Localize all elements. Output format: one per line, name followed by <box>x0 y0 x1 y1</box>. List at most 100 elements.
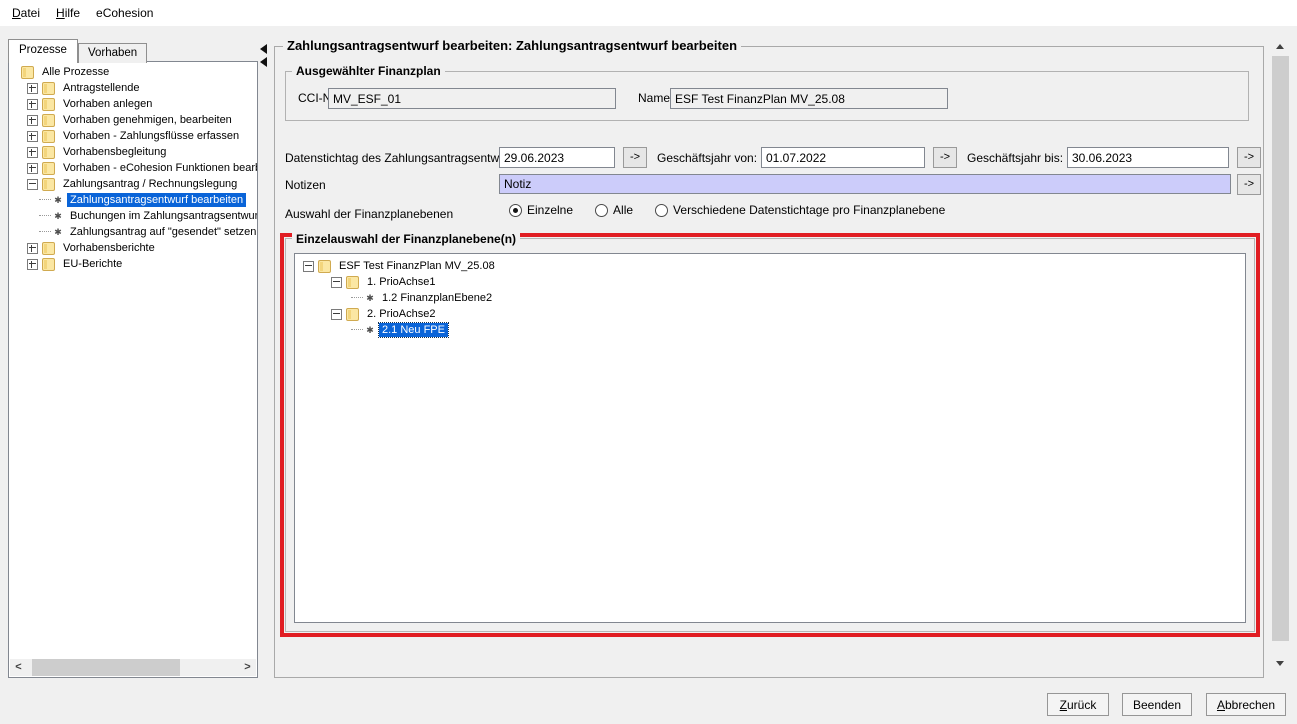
tree-item-vorhaben-genehmigen-bearbeiten[interactable]: Vorhaben genehmigen, bearbeiten <box>9 112 257 128</box>
tree-item-1-2-finanzplanebene2[interactable]: ✱1.2 FinanzplanEbene2 <box>295 290 1245 306</box>
geschaeftsjahr-bis-field[interactable] <box>1067 147 1229 168</box>
leaf-bullet-icon: ✱ <box>365 322 375 338</box>
process-tree-panel: Alle ProzesseAntragstellende Vorhaben anl… <box>8 61 258 678</box>
expand-plus-icon[interactable] <box>27 131 38 142</box>
panel-splitter[interactable] <box>260 44 270 74</box>
collapse-minus-icon[interactable] <box>331 309 342 320</box>
notizen-open-button[interactable]: -> <box>1237 174 1261 195</box>
geschaeftsjahr-von-picker-button[interactable]: -> <box>933 147 957 168</box>
radio-option-verschiedene-datenstichtage-pro-finanzplanebene[interactable]: Verschiedene Datenstichtage pro Finanzpl… <box>655 203 945 217</box>
radio-option-einzelne[interactable]: Einzelne <box>509 203 573 217</box>
tree-item-label: Vorhaben - eCohesion Funktionen bearbeit <box>60 161 258 175</box>
scrollbar-thumb[interactable] <box>1272 56 1289 641</box>
cci-field[interactable] <box>328 88 616 109</box>
tree-item-label: Buchungen im Zahlungsantragsentwurf <box>67 209 258 223</box>
collapse-minus-icon[interactable] <box>331 277 342 288</box>
zurück-button[interactable]: Zurück <box>1047 693 1109 716</box>
folder-icon <box>346 276 359 289</box>
radio-icon[interactable] <box>595 204 608 217</box>
folder-icon <box>42 162 55 175</box>
tree-item-label: Vorhaben anlegen <box>60 97 155 111</box>
radio-icon[interactable] <box>655 204 668 217</box>
tree-item-zahlungsantrag-auf-gesendet-setzen[interactable]: ✱Zahlungsantrag auf "gesendet" setzen <box>9 224 257 240</box>
finanzplan-tree-panel: ESF Test FinanzPlan MV_25.081. PrioAchse… <box>294 253 1246 623</box>
datenstichtag-picker-button[interactable]: -> <box>623 147 647 168</box>
folder-icon <box>42 178 55 191</box>
collapse-minus-icon[interactable] <box>27 179 38 190</box>
scroll-left-icon[interactable]: < <box>10 659 27 676</box>
radio-label: Verschiedene Datenstichtage pro Finanzpl… <box>673 203 945 217</box>
scroll-right-icon[interactable]: > <box>239 659 256 676</box>
beenden-button[interactable]: Beenden <box>1122 693 1192 716</box>
expand-plus-icon[interactable] <box>27 243 38 254</box>
tree-item-label: 2.1 Neu FPE <box>379 323 448 337</box>
geschaeftsjahr-von-field[interactable] <box>761 147 925 168</box>
expand-plus-icon[interactable] <box>27 83 38 94</box>
notizen-field[interactable] <box>499 174 1231 194</box>
leaf-bullet-icon: ✱ <box>53 224 63 240</box>
tree-connector <box>351 329 363 331</box>
expand-plus-icon[interactable] <box>27 259 38 270</box>
tree-item-antragstellende[interactable]: Antragstellende <box>9 80 257 96</box>
tree-item-label: Zahlungsantrag / Rechnungslegung <box>60 177 240 191</box>
scrollbar-thumb[interactable] <box>32 659 180 676</box>
tree-item-zahlungsantrag-rechnungslegung[interactable]: Zahlungsantrag / Rechnungslegung <box>9 176 257 192</box>
scroll-up-icon[interactable] <box>1272 38 1289 55</box>
radio-option-alle[interactable]: Alle <box>595 203 633 217</box>
tree-item-buchungen-im-zahlungsantragsentwurf[interactable]: ✱Buchungen im Zahlungsantragsentwurf <box>9 208 257 224</box>
menu-item-datei[interactable]: Datei <box>4 3 48 23</box>
einzelauswahl-fieldset: Einzelauswahl der Finanzplanebene(n) ESF… <box>285 238 1255 632</box>
tree-item-alle-prozesse[interactable]: Alle Prozesse <box>9 64 257 80</box>
tree-item-label: 1.2 FinanzplanEbene2 <box>379 291 495 305</box>
tab-prozesse[interactable]: Prozesse <box>8 39 78 63</box>
tree-item-2-prioachse2[interactable]: 2. PrioAchse2 <box>295 306 1245 322</box>
tree-item-2-1-neu-fpe[interactable]: ✱ 2.1 Neu FPE <box>295 322 1245 338</box>
expand-plus-icon[interactable] <box>27 99 38 110</box>
tree-item-label: 1. PrioAchse1 <box>364 275 438 289</box>
collapse-minus-icon[interactable] <box>303 261 314 272</box>
finanzplanebenen-radio-group: Einzelne Alle Verschiedene Datenstichtage … <box>509 203 945 217</box>
name-field[interactable] <box>670 88 948 109</box>
einzelauswahl-legend: Einzelauswahl der Finanzplanebene(n) <box>292 232 520 246</box>
tree-item-vorhaben-zahlungsflüsse-erfassen[interactable]: Vorhaben - Zahlungsflüsse erfassen <box>9 128 257 144</box>
expand-plus-icon[interactable] <box>27 163 38 174</box>
auswahl-label: Auswahl der Finanzplanebenen <box>285 207 453 221</box>
collapse-left-icon[interactable] <box>260 57 267 67</box>
tree-item-zahlungsantragsentwurf-bearbeiten[interactable]: ✱Zahlungsantragsentwurf bearbeiten <box>9 192 257 208</box>
folder-icon <box>42 98 55 111</box>
tree-item-esf-test-finanzplan-mv-25-08[interactable]: ESF Test FinanzPlan MV_25.08 <box>295 258 1245 274</box>
finanzplan-tree: ESF Test FinanzPlan MV_25.081. PrioAchse… <box>295 254 1245 338</box>
expand-plus-icon[interactable] <box>27 115 38 126</box>
expand-plus-icon[interactable] <box>27 147 38 158</box>
menu-item-hilfe[interactable]: Hilfe <box>48 3 88 23</box>
radio-label: Einzelne <box>527 203 573 217</box>
tree-item-vorhabensberichte[interactable]: Vorhabensberichte <box>9 240 257 256</box>
tree-item-vorhabensbegleitung[interactable]: Vorhabensbegleitung <box>9 144 257 160</box>
tree-connector <box>39 215 51 217</box>
tree-item-1-prioachse1[interactable]: 1. PrioAchse1 <box>295 274 1245 290</box>
tree-item-label: 2. PrioAchse2 <box>364 307 438 321</box>
datenstichtag-field[interactable] <box>499 147 615 168</box>
tree-item-eu-berichte[interactable]: EU-Berichte <box>9 256 257 272</box>
radio-icon[interactable] <box>509 204 522 217</box>
tree-item-label: Antragstellende <box>60 81 142 95</box>
folder-icon <box>42 242 55 255</box>
collapse-left-icon[interactable] <box>260 44 267 54</box>
horizontal-scrollbar[interactable]: < > <box>10 659 256 676</box>
tree-item-vorhaben-anlegen[interactable]: Vorhaben anlegen <box>9 96 257 112</box>
tab-vorhaben[interactable]: Vorhaben <box>78 43 147 63</box>
abbrechen-button[interactable]: Abbrechen <box>1206 693 1286 716</box>
folder-icon <box>42 82 55 95</box>
vertical-scrollbar[interactable] <box>1272 38 1289 672</box>
process-tree: Alle ProzesseAntragstellende Vorhaben anl… <box>9 62 257 272</box>
tree-item-label: Zahlungsantragsentwurf bearbeiten <box>67 193 246 207</box>
left-panel-tabs: ProzesseVorhaben <box>8 39 147 63</box>
menu-item-ecohesion[interactable]: eCohesion <box>88 3 161 23</box>
menu-bar: DateiHilfeeCohesion <box>0 0 1297 26</box>
scroll-down-icon[interactable] <box>1272 655 1289 672</box>
page-title: Zahlungsantragsentwurf bearbeiten: Zahlu… <box>283 38 741 53</box>
tree-item-vorhaben-ecohesion-funktionen-bearbeit[interactable]: Vorhaben - eCohesion Funktionen bearbeit <box>9 160 257 176</box>
tree-item-label: Vorhabensbegleitung <box>60 145 169 159</box>
folder-icon <box>346 308 359 321</box>
geschaeftsjahr-bis-picker-button[interactable]: -> <box>1237 147 1261 168</box>
